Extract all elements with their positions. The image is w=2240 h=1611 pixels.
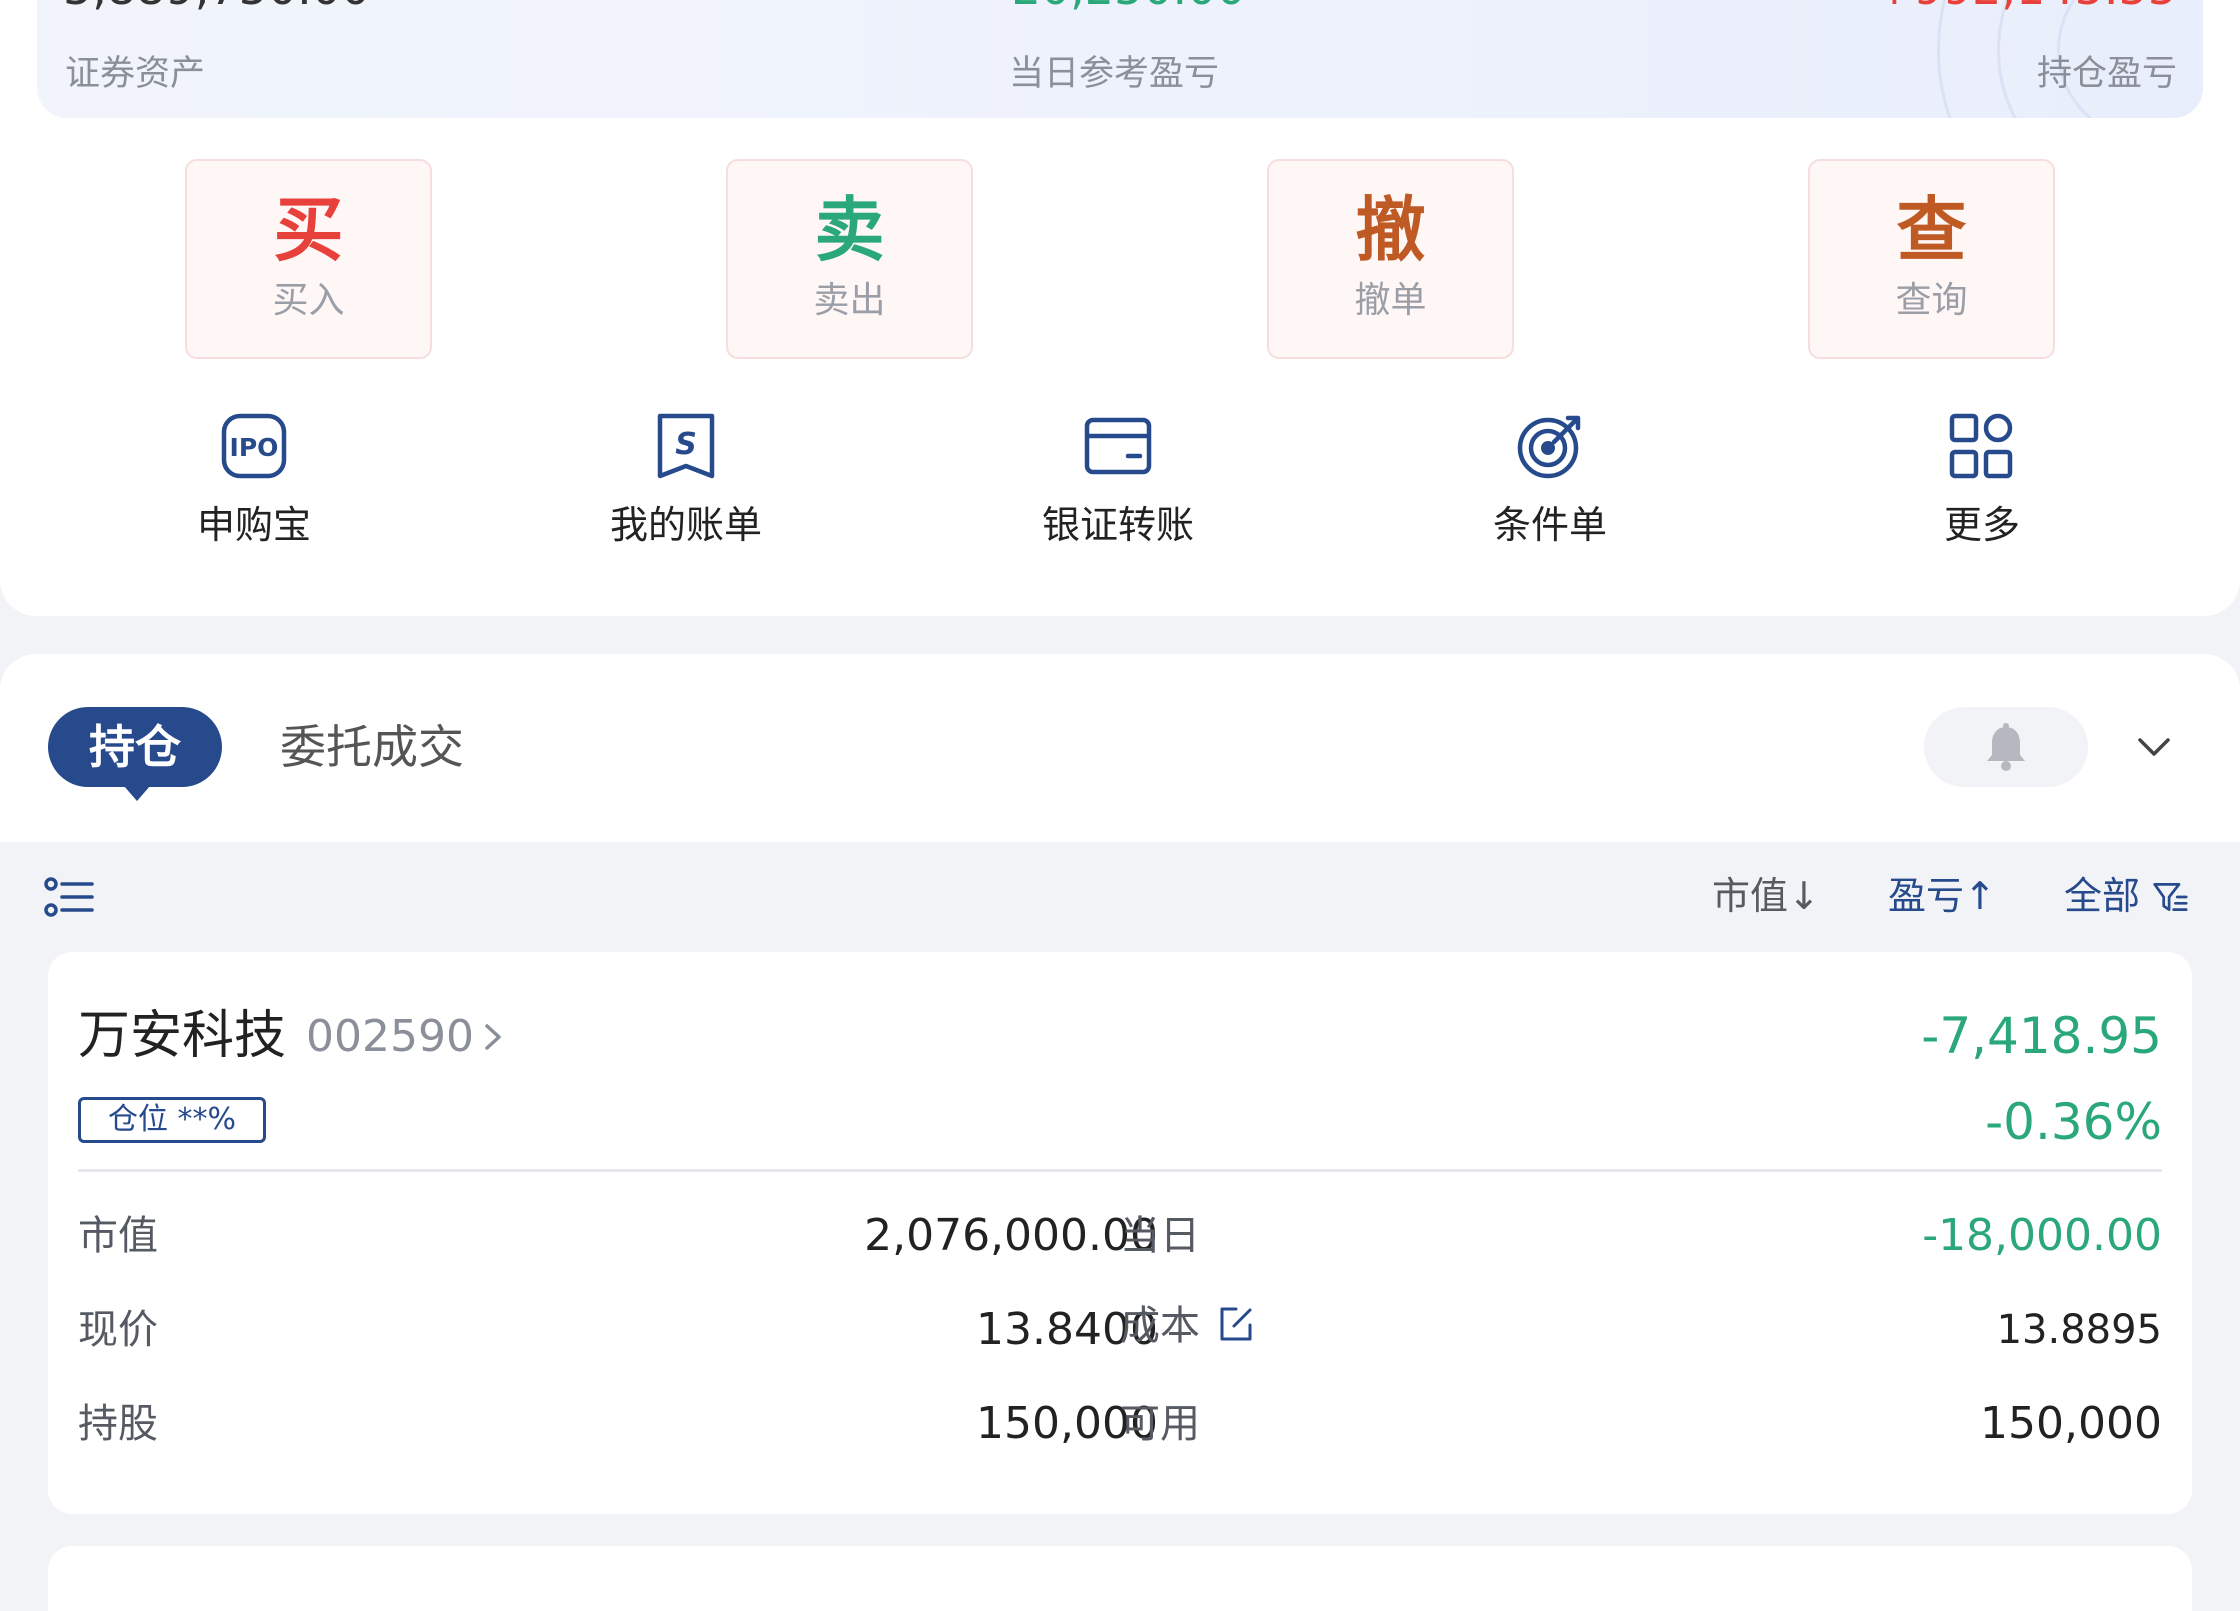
cancel-label: 撤单 [1354, 280, 1427, 321]
chevron-down-icon[interactable] [2134, 727, 2174, 767]
sell-glyph: 卖 [814, 189, 885, 271]
available-shares: 150,000 [1980, 1398, 2162, 1449]
cancel-glyph: 撤 [1355, 189, 1426, 271]
svg-text:S: S [675, 427, 697, 462]
holding-card-next[interactable] [48, 1546, 2192, 1611]
quick-action-label: 我的账单 [609, 503, 762, 547]
market-value: 2,076,000.00 [864, 1210, 1158, 1261]
daily-pl-value: -18,000.00 [1922, 1210, 2162, 1261]
quick-action-bill[interactable]: S 我的账单 [576, 410, 796, 548]
position-pl-value: +992,145.55 [1875, 0, 2177, 16]
bell-icon [1987, 723, 2025, 771]
sell-button[interactable]: 卖 卖出 [726, 159, 973, 359]
cost-label: 成本 [1120, 1303, 1200, 1349]
filter-all-label: 全部 [2064, 874, 2141, 918]
buy-glyph: 买 [273, 189, 344, 271]
card-icon [1084, 417, 1152, 475]
ipo-icon: IPO [221, 413, 287, 479]
grid-icon [1949, 413, 2013, 479]
tab-orders[interactable]: 委托成交 [280, 707, 464, 787]
holding-card[interactable]: 万安科技 002590 仓位 **% -7,418.95 -0.36% 市值 2… [48, 952, 2192, 1514]
svg-text:IPO: IPO [230, 433, 279, 462]
bill-icon: S [657, 413, 715, 479]
holding-pl-amount: -7,418.95 [1921, 1007, 2162, 1065]
sort-by-market-value[interactable]: 市值↓ [1712, 870, 1820, 922]
current-price-label: 现价 [78, 1307, 158, 1353]
query-button[interactable]: 查 查询 [1808, 159, 2055, 359]
alert-toggle-button[interactable] [1924, 707, 2088, 787]
tab-holdings[interactable]: 持仓 [48, 707, 222, 801]
filter-all[interactable]: 全部 [2064, 870, 2188, 922]
position-pl-label: 持仓盈亏 [2036, 54, 2177, 94]
cancel-order-button[interactable]: 撤 撤单 [1267, 159, 1514, 359]
quick-action-bank-transfer[interactable]: 银证转账 [1008, 410, 1228, 548]
query-label: 查询 [1895, 280, 1968, 321]
sort-by-profit-loss[interactable]: 盈亏↑ [1888, 870, 1996, 922]
app-page: 5,889,750.00 证券资产 -20,250.00 当日参考盈亏 +992… [0, 0, 2240, 1611]
stock-name[interactable]: 万安科技 [78, 1002, 286, 1070]
securities-assets-label: 证券资产 [65, 54, 206, 94]
daily-pl-label: 当日 [1120, 1213, 1200, 1259]
daily-pl-value: -20,250.00 [995, 0, 1246, 16]
list-view-icon[interactable] [44, 877, 94, 917]
shares-held-label: 持股 [78, 1401, 158, 1447]
quick-action-label: 银证转账 [1041, 503, 1194, 547]
daily-pl-label: 当日参考盈亏 [1009, 54, 1220, 94]
cost-value: 13.8895 [1996, 1307, 2162, 1353]
quick-action-more[interactable]: 更多 [1872, 410, 2092, 548]
edit-icon[interactable] [1216, 1304, 1256, 1344]
quick-action-ipo[interactable]: IPO 申购宝 [144, 410, 364, 548]
filter-icon [2153, 883, 2188, 911]
quick-action-label: 申购宝 [196, 503, 311, 547]
position-ratio-tag: 仓位 **% [78, 1097, 266, 1143]
quick-action-label: 更多 [1943, 503, 2020, 547]
divider [78, 1169, 2162, 1172]
quick-action-conditional-order[interactable]: 条件单 [1440, 410, 1660, 548]
stock-code[interactable]: 002590 [306, 1006, 474, 1068]
market-value-label: 市值 [78, 1213, 158, 1259]
buy-label: 买入 [272, 280, 345, 321]
securities-assets-value: 5,889,750.00 [63, 0, 370, 16]
chevron-right-icon[interactable] [480, 1020, 506, 1054]
query-glyph: 查 [1896, 189, 1967, 271]
holding-pl-percent: -0.36% [1985, 1093, 2162, 1151]
quick-action-label: 条件单 [1492, 503, 1607, 547]
sort-toolbar: 市值↓ 盈亏↑ 全部 [0, 842, 2240, 952]
available-label: 可用 [1120, 1401, 1200, 1447]
account-overview-card: 5,889,750.00 证券资产 -20,250.00 当日参考盈亏 +992… [0, 0, 2240, 616]
buy-button[interactable]: 买 买入 [185, 159, 432, 359]
sell-label: 卖出 [813, 280, 886, 321]
asset-summary-banner[interactable]: 5,889,750.00 证券资产 -20,250.00 当日参考盈亏 +992… [37, 0, 2203, 118]
target-icon [1517, 415, 1581, 479]
